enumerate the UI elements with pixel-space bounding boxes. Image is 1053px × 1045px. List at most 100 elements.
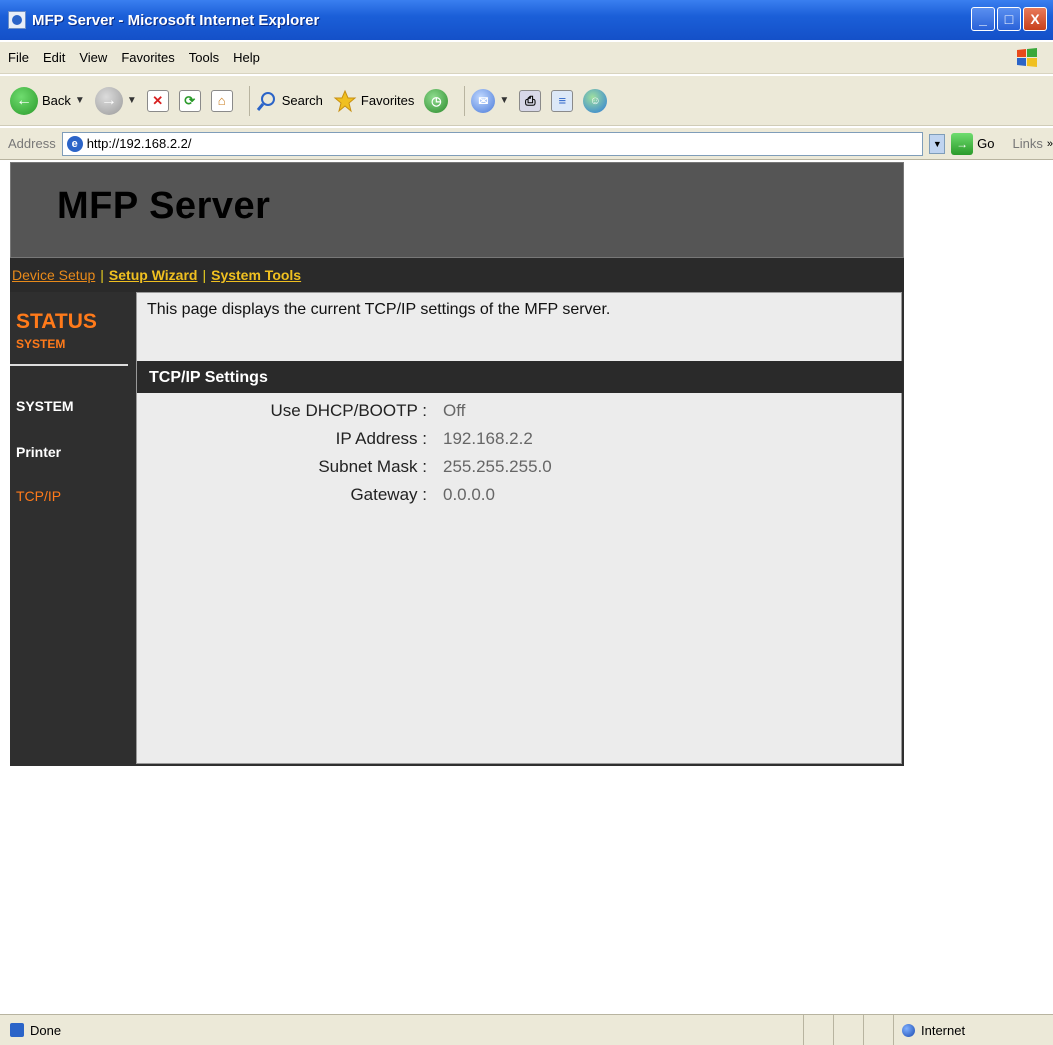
setting-row: IP Address : 192.168.2.2 — [137, 429, 903, 453]
nav-setup-wizard[interactable]: Setup Wizard — [109, 267, 198, 283]
page-done-icon — [10, 1023, 24, 1037]
home-icon: ⌂ — [210, 89, 233, 112]
intro-text: This page displays the current TCP/IP se… — [147, 301, 611, 318]
window-title-bar[interactable]: MFP Server - Microsoft Internet Explorer… — [0, 0, 1053, 40]
top-nav: Device Setup | Setup Wizard | System Too… — [10, 258, 904, 292]
sidebar-heading: STATUS — [16, 310, 97, 333]
edit-page-icon: ≡ — [551, 89, 574, 112]
window-title: MFP Server - Microsoft Internet Explorer — [32, 11, 320, 29]
edit-button[interactable]: ≡ — [551, 89, 574, 112]
windows-logo-icon — [1017, 48, 1037, 67]
forward-arrow-icon: → — [94, 86, 123, 115]
menu-tools[interactable]: Tools — [189, 50, 219, 65]
mail-dropdown-icon[interactable]: ▼ — [499, 95, 509, 106]
main-content: This page displays the current TCP/IP se… — [136, 292, 903, 764]
page-header: MFP Server — [10, 162, 904, 258]
messenger-button[interactable]: ☺ — [583, 88, 608, 113]
search-label: Search — [281, 93, 323, 108]
address-label: Address — [8, 136, 56, 151]
sidebar-item-tcpip[interactable]: TCP/IP — [16, 488, 61, 504]
address-bar: Address e http://192.168.2.2/ ▼ → Go Lin… — [0, 128, 1053, 160]
setting-value: 0.0.0.0 — [443, 485, 495, 504]
nav-separator: | — [202, 267, 207, 283]
stop-icon: ✕ — [146, 89, 169, 112]
menu-edit[interactable]: Edit — [43, 50, 65, 65]
setting-label: IP Address : — [335, 429, 427, 448]
page-title: MFP Server — [57, 185, 271, 227]
back-button[interactable]: ← Back ▼ — [10, 86, 85, 115]
ie-window-icon[interactable] — [8, 11, 26, 29]
menu-bar: File Edit View Favorites Tools Help — [0, 42, 1053, 74]
print-icon: ⎙ — [519, 89, 542, 112]
print-button[interactable]: ⎙ — [519, 89, 542, 112]
status-panel — [803, 1015, 833, 1045]
setting-label: Use DHCP/BOOTP : — [270, 401, 428, 420]
go-button[interactable]: → Go — [951, 132, 995, 155]
minimize-button[interactable]: _ — [971, 7, 995, 31]
sidebar-subheading: SYSTEM — [16, 337, 66, 351]
favorites-button[interactable]: Favorites — [333, 89, 414, 113]
status-panel — [863, 1015, 893, 1045]
sidebar-item-system[interactable]: SYSTEM — [16, 398, 74, 414]
menu-help[interactable]: Help — [233, 50, 260, 65]
setting-value: 255.255.255.0 — [443, 457, 552, 476]
close-button[interactable]: X — [1023, 7, 1047, 31]
back-arrow-icon: ← — [10, 86, 38, 115]
window-controls: _ □ X — [971, 7, 1047, 31]
toolbar-separator — [248, 85, 250, 116]
address-dropdown-icon[interactable]: ▼ — [929, 133, 946, 154]
nav-separator: | — [100, 267, 104, 283]
setting-value: 192.168.2.2 — [443, 429, 533, 448]
forward-button[interactable]: → ▼ — [94, 86, 137, 115]
forward-dropdown-icon[interactable]: ▼ — [127, 95, 137, 106]
status-text: Done — [30, 1022, 62, 1038]
search-button[interactable]: Search — [256, 90, 323, 112]
back-label: Back — [42, 93, 71, 108]
sidebar-item-printer[interactable]: Printer — [16, 444, 61, 460]
home-button[interactable]: ⌂ — [210, 89, 233, 112]
go-arrow-icon: → — [951, 132, 974, 155]
zone-label: Internet — [921, 1023, 966, 1038]
favorites-star-icon — [333, 89, 357, 112]
sidebar: STATUS SYSTEM SYSTEM Printer TCP/IP — [10, 292, 135, 766]
web-page: MFP Server Device Setup | Setup Wizard |… — [10, 162, 904, 766]
page-icon: e — [66, 135, 83, 152]
setting-row: Use DHCP/BOOTP : Off — [137, 401, 903, 425]
links-chevron-icon[interactable]: » — [1047, 138, 1053, 150]
setting-row: Subnet Mask : 255.255.255.0 — [137, 457, 903, 481]
sidebar-divider — [10, 364, 128, 366]
mail-icon: ✉ — [471, 88, 496, 113]
setting-value: Off — [443, 401, 466, 420]
internet-globe-icon — [902, 1024, 915, 1037]
back-dropdown-icon[interactable]: ▼ — [75, 95, 85, 106]
status-bar: Done Internet — [0, 1014, 1053, 1045]
links-button[interactable]: Links — [1013, 136, 1043, 151]
menu-file[interactable]: File — [8, 50, 29, 65]
mail-button[interactable]: ✉ ▼ — [471, 88, 509, 113]
stop-button[interactable]: ✕ — [146, 89, 169, 112]
toolbar: ← Back ▼ → ▼ ✕ ⟳ ⌂ Search Favorites ◷ ✉ … — [0, 76, 1053, 126]
nav-system-tools[interactable]: System Tools — [211, 267, 301, 283]
setting-label: Gateway : — [350, 485, 427, 504]
menu-favorites[interactable]: Favorites — [121, 50, 174, 65]
history-button[interactable]: ◷ — [424, 88, 449, 113]
favorites-label: Favorites — [360, 93, 415, 108]
nav-device-setup[interactable]: Device Setup — [12, 267, 95, 283]
section-title: TCP/IP Settings — [137, 361, 903, 393]
menu-view[interactable]: View — [79, 50, 107, 65]
toolbar-separator — [464, 85, 466, 116]
setting-row: Gateway : 0.0.0.0 — [137, 485, 903, 509]
address-input[interactable]: e http://192.168.2.2/ — [61, 131, 924, 156]
status-panel — [833, 1015, 863, 1045]
go-label: Go — [977, 136, 995, 151]
refresh-icon: ⟳ — [178, 89, 201, 112]
address-url: http://192.168.2.2/ — [86, 136, 192, 151]
refresh-button[interactable]: ⟳ — [178, 89, 201, 112]
history-icon: ◷ — [424, 88, 449, 113]
security-zone: Internet — [893, 1015, 1053, 1045]
search-icon — [256, 91, 275, 111]
maximize-button[interactable]: □ — [997, 7, 1021, 31]
status-panels: Internet — [803, 1015, 1053, 1045]
setting-label: Subnet Mask : — [318, 457, 427, 476]
messenger-icon: ☺ — [583, 88, 608, 113]
